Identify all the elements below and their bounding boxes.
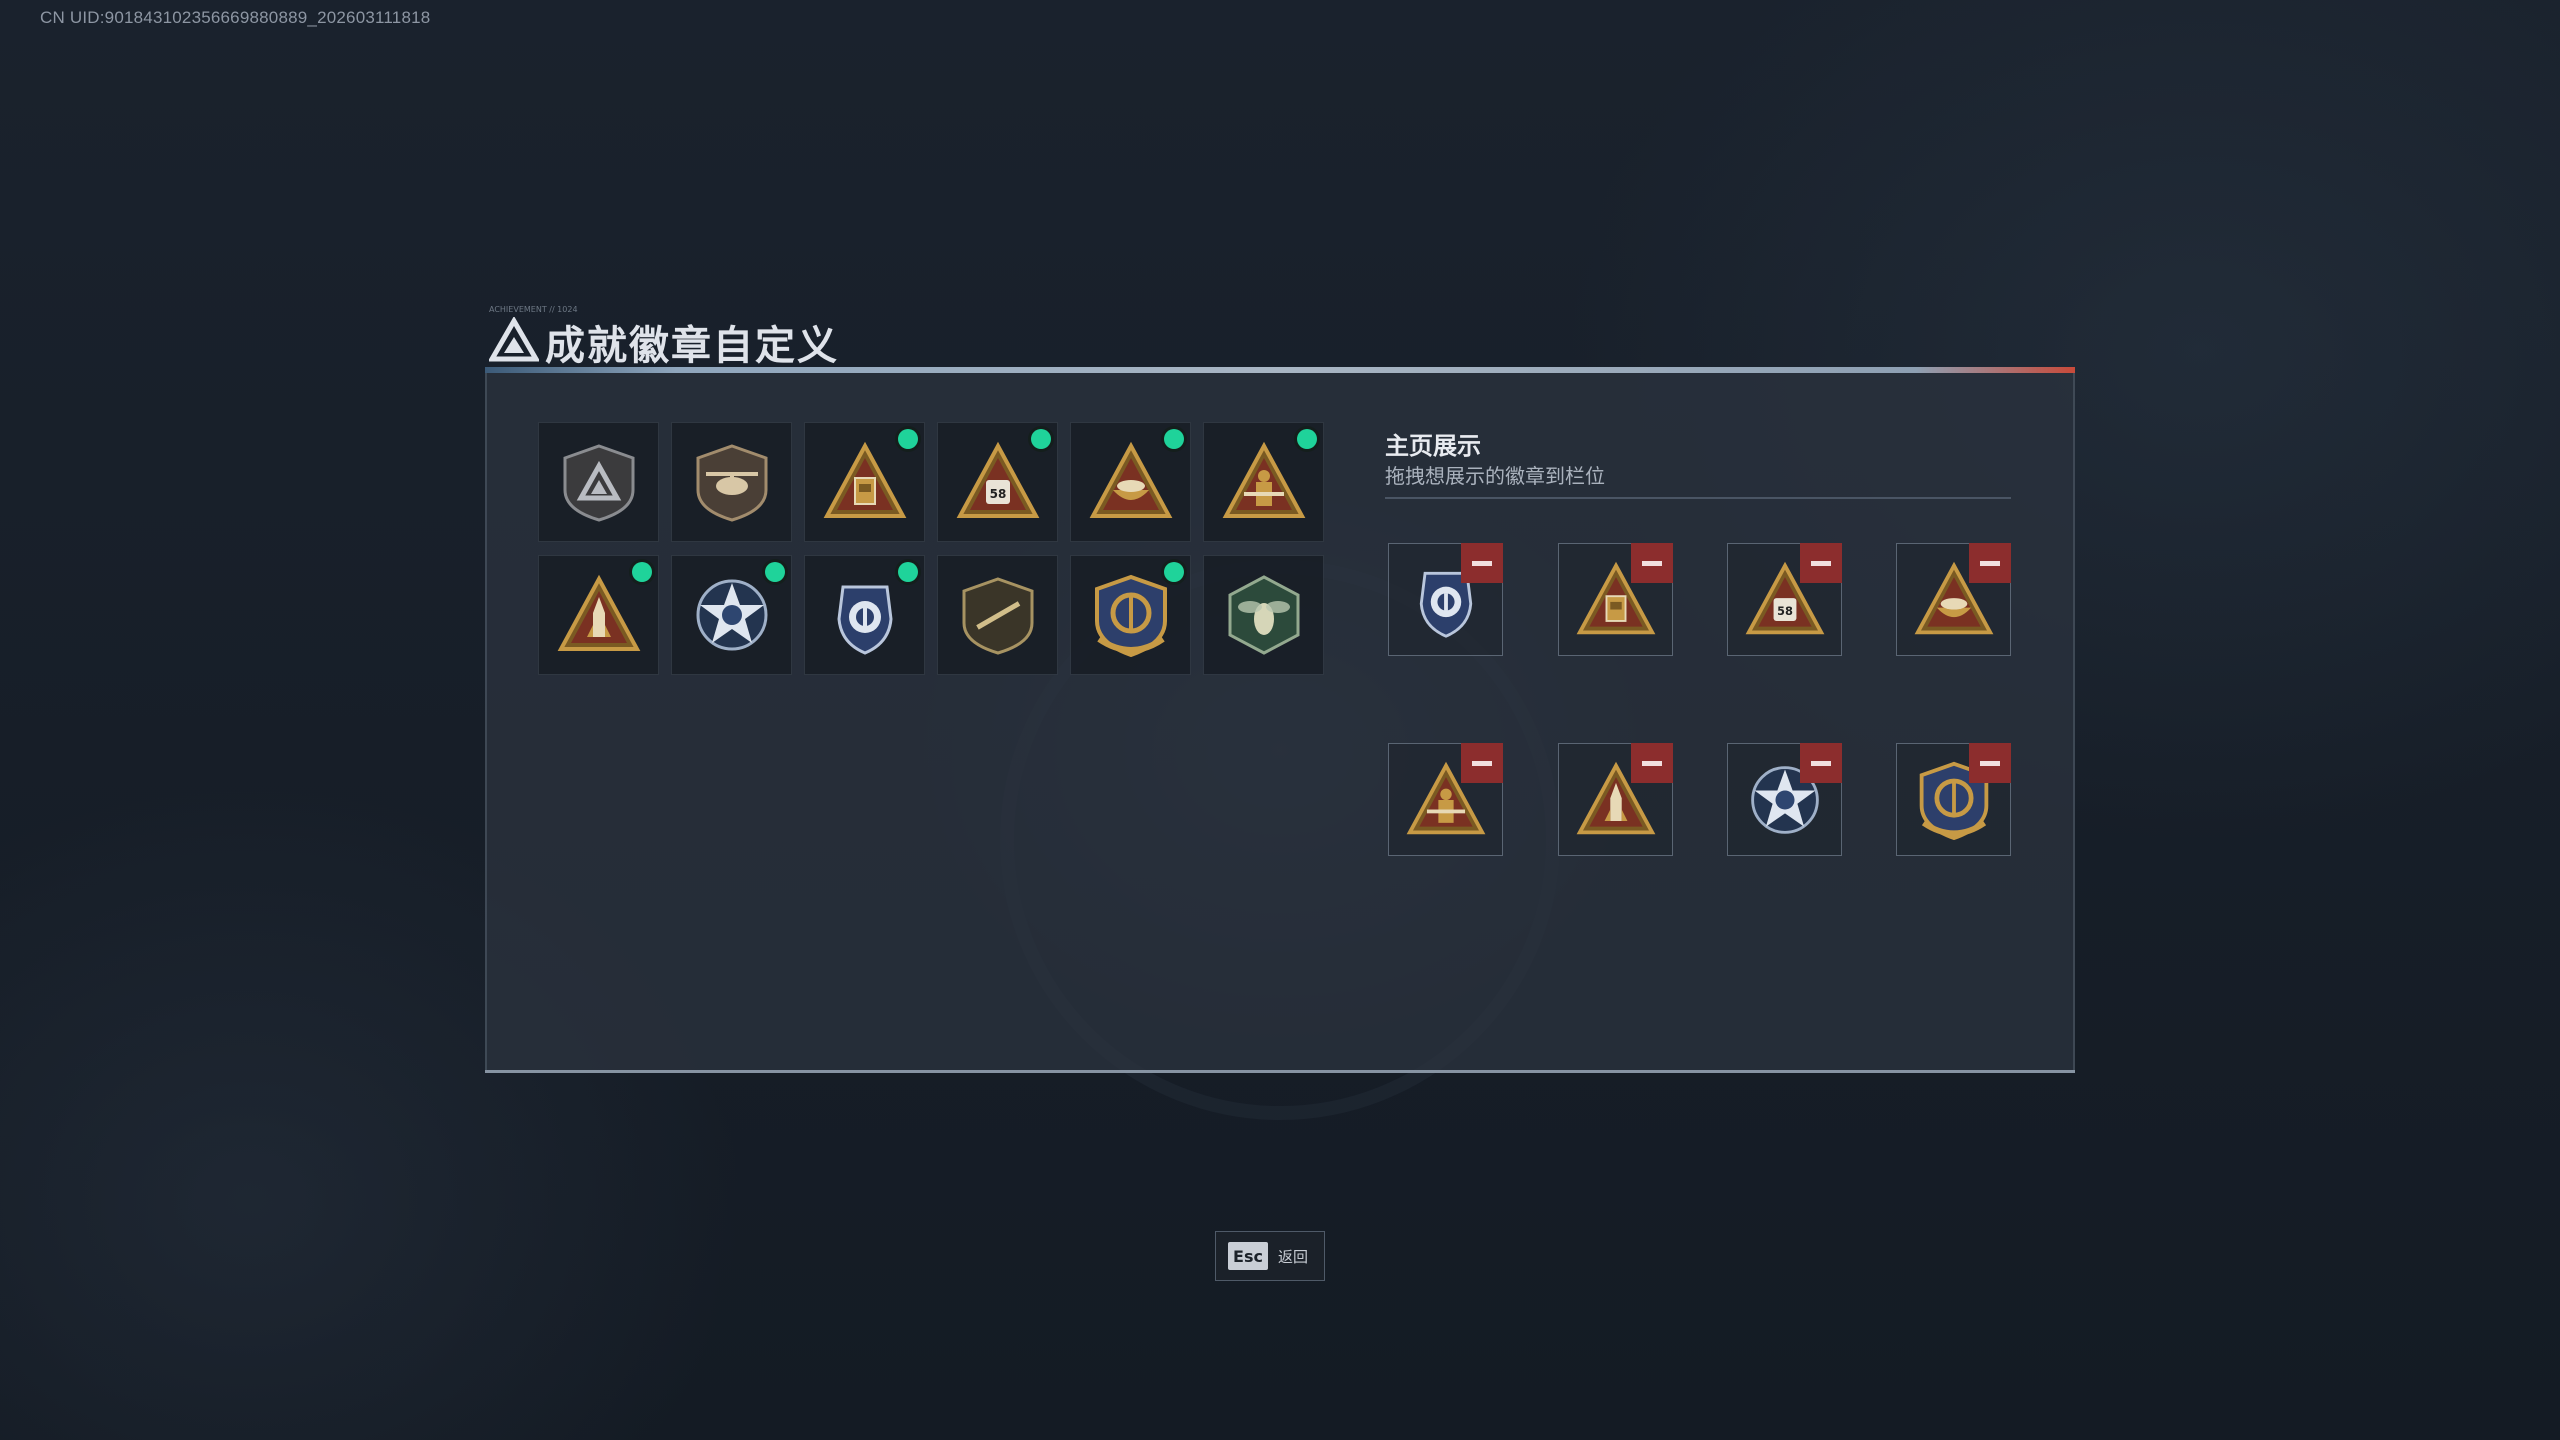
showcase-slot-3[interactable]: 58	[1727, 543, 1842, 656]
back-button[interactable]: Esc 返回	[1215, 1231, 1325, 1281]
header-progress-bar	[485, 367, 2075, 373]
remove-badge-button[interactable]	[1800, 743, 1842, 783]
badge-slot-hornet-badge[interactable]	[1203, 555, 1324, 675]
rocket-badge-icon	[557, 574, 640, 651]
new-indicator-dot	[765, 562, 785, 582]
badge-slot-rocket-badge[interactable]	[538, 555, 659, 675]
badge-slot-delta-badge[interactable]	[538, 422, 659, 542]
badge-slot-star-eagle-badge[interactable]	[671, 555, 792, 675]
badge-slot-rifle-badge[interactable]	[937, 555, 1058, 675]
new-indicator-dot	[898, 429, 918, 449]
new-indicator-dot	[1164, 562, 1184, 582]
showcase-slot-1[interactable]	[1388, 543, 1503, 656]
showcase-title: 主页展示	[1385, 432, 1481, 460]
delta-logo-icon	[489, 317, 539, 362]
relic-badge-icon	[823, 441, 906, 518]
star-eagle-badge-icon	[696, 579, 767, 651]
card-58-badge-icon: 58	[956, 441, 1039, 518]
remove-badge-button[interactable]	[1631, 543, 1673, 583]
minus-icon	[1472, 760, 1492, 766]
delta-badge-icon	[563, 444, 634, 522]
police-badge-icon	[836, 585, 893, 655]
page-title: 成就徽章自定义	[545, 323, 839, 369]
svg-text:58: 58	[1777, 604, 1793, 618]
minus-icon	[1811, 560, 1831, 566]
helicopter-badge-icon	[696, 444, 767, 522]
badge-slot-police-badge[interactable]	[804, 555, 925, 675]
svg-text:58: 58	[989, 487, 1006, 501]
back-label: 返回	[1278, 1247, 1309, 1266]
showcase-slot-5[interactable]	[1388, 743, 1503, 856]
badge-slot-card-58-badge[interactable]: 58	[937, 422, 1058, 542]
badge-slot-soldier-badge[interactable]	[1203, 422, 1324, 542]
remove-badge-button[interactable]	[1800, 543, 1842, 583]
showcase-slot-8[interactable]	[1896, 743, 2011, 856]
showcase-slot-4[interactable]	[1896, 543, 2011, 656]
remove-badge-button[interactable]	[1461, 543, 1503, 583]
badge-grid: 58	[538, 422, 1324, 675]
badge-slot-relic-badge[interactable]	[804, 422, 925, 542]
minus-icon	[1980, 760, 2000, 766]
anchor-badge-icon	[1094, 574, 1167, 657]
showcase-subtitle: 拖拽想展示的徽章到栏位	[1385, 464, 1605, 488]
badge-slot-bowl-badge[interactable]	[1070, 422, 1191, 542]
rifle-badge-icon	[962, 577, 1033, 655]
minus-icon	[1811, 760, 1831, 766]
showcase-slot-6[interactable]	[1558, 743, 1673, 856]
showcase-slot-7[interactable]	[1727, 743, 1842, 856]
new-indicator-dot	[1164, 429, 1184, 449]
badge-slot-anchor-badge[interactable]	[1070, 555, 1191, 675]
remove-badge-button[interactable]	[1969, 743, 2011, 783]
minus-icon	[1642, 760, 1662, 766]
remove-badge-button[interactable]	[1461, 743, 1503, 783]
showcase-slot-2[interactable]	[1558, 543, 1673, 656]
showcase-divider	[1385, 497, 2011, 499]
soldier-badge-icon	[1222, 441, 1305, 518]
new-indicator-dot	[898, 562, 918, 582]
new-indicator-dot	[1031, 429, 1051, 449]
new-indicator-dot	[1297, 429, 1317, 449]
new-indicator-dot	[632, 562, 652, 582]
esc-key-icon: Esc	[1228, 1242, 1268, 1270]
remove-badge-button[interactable]	[1969, 543, 2011, 583]
bowl-badge-icon	[1089, 441, 1172, 518]
remove-badge-button[interactable]	[1631, 743, 1673, 783]
minus-icon	[1980, 560, 2000, 566]
minus-icon	[1642, 560, 1662, 566]
badge-slot-helicopter-badge[interactable]	[671, 422, 792, 542]
dialog-header: ACHIEVEMENT // 1024 成就徽章自定义	[485, 305, 2075, 377]
uid-label: CN UID:901843102356669880889_20260311181…	[40, 8, 431, 27]
dialog-bottom-rule	[485, 1070, 2075, 1073]
hornet-badge-icon	[1228, 575, 1299, 655]
minus-icon	[1472, 560, 1492, 566]
